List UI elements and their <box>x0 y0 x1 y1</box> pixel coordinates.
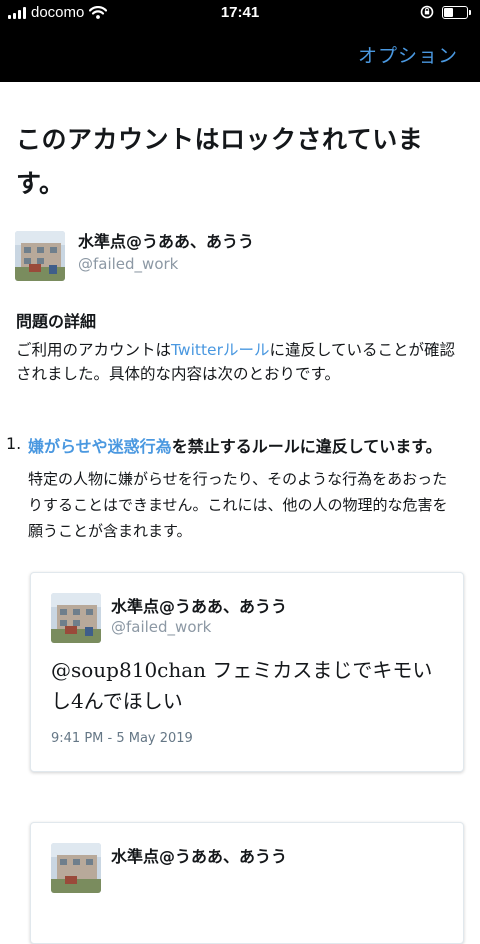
avatar <box>51 593 101 643</box>
avatar <box>15 231 65 281</box>
status-time: 17:41 <box>220 4 260 21</box>
options-button[interactable]: オプション <box>358 41 458 68</box>
rule-heading-suffix: を禁止するルールに違反しています。 <box>171 437 442 456</box>
orientation-lock-icon <box>420 5 434 19</box>
tweet-author-name: 水準点@うああ、あうう <box>111 847 288 866</box>
status-bar: docomo 17:41 <box>0 0 480 26</box>
account-handle: @failed_work <box>78 255 179 273</box>
tweet-author-handle: @failed_work <box>111 618 212 636</box>
tweet-date: 9:41 PM - 5 May 2019 <box>51 731 193 746</box>
rule-number: 1. <box>6 434 22 453</box>
page-title: このアカウントはロックされています。 <box>16 125 424 198</box>
battery-icon <box>442 5 471 19</box>
details-heading: 問題の詳細 <box>16 312 97 331</box>
avatar <box>51 843 101 893</box>
tweet-card[interactable]: 水準点@うああ、あうう @failed_work @soup810chan フェ… <box>30 572 464 772</box>
harassment-rule-link[interactable]: 嫌がらせや迷惑行為 <box>28 437 172 456</box>
main-content: このアカウントはロックされています。 水準点@うああ、あうう @failed_w… <box>0 82 480 944</box>
account-name: 水準点@うああ、あうう <box>78 232 255 251</box>
nav-bar: オプション <box>0 26 480 82</box>
rule-heading: 嫌がらせや迷惑行為を禁止するルールに違反しています。 <box>28 434 462 460</box>
tweet-text: @soup810chan フェミカスまじでキモいし4んでほしい <box>51 658 433 713</box>
rule-description: 特定の人物に嫌がらせを行ったり、そのような行為をあおったりすることはできません。… <box>28 470 448 540</box>
details-body-prefix: ご利用のアカウントは <box>16 341 172 359</box>
rule-item: 1. 嫌がらせや迷惑行為を禁止するルールに違反しています。 特定の人物に嫌がらせ… <box>0 434 480 544</box>
tweet-author-name: 水準点@うああ、あうう <box>111 597 288 616</box>
tweet-card[interactable]: 水準点@うああ、あうう <box>30 822 464 944</box>
account-header: 水準点@うああ、あうう @failed_work <box>0 228 480 288</box>
details-body: ご利用のアカウントはTwitterルールに違反していることが確認されました。具体… <box>16 338 466 386</box>
twitter-rules-link[interactable]: Twitterルール <box>171 341 269 359</box>
